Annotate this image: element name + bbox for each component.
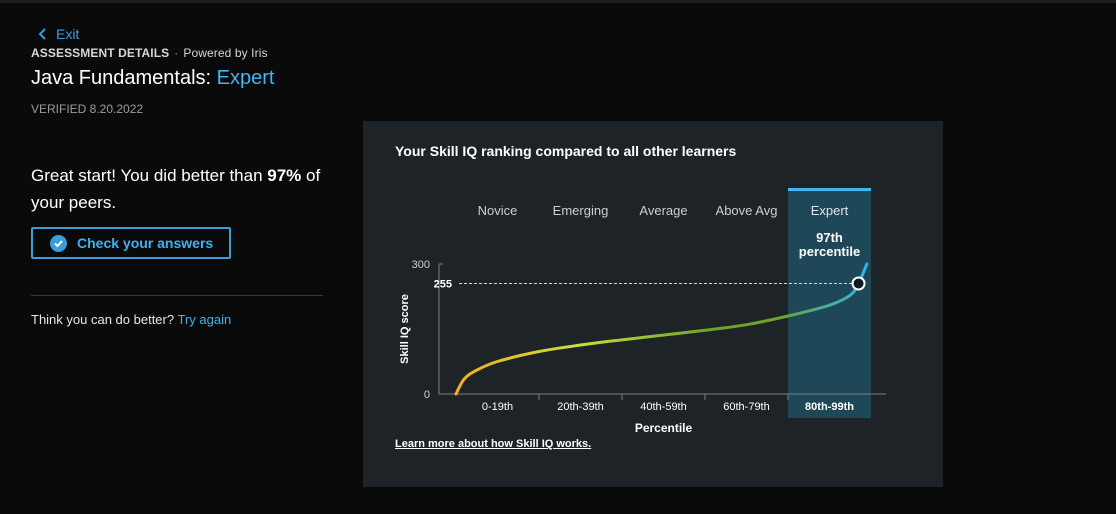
score-marker	[851, 276, 866, 291]
assessment-meta: ASSESSMENT DETAILS · Powered by Iris	[31, 46, 268, 60]
level-label: Above Avg	[716, 203, 778, 218]
score-reference-label: 255	[434, 279, 452, 291]
retry-prompt: Think you can do better?	[31, 312, 175, 327]
result-percent: 97%	[267, 166, 302, 185]
marker-percentile-line1: 97th	[816, 230, 843, 245]
x-tick-label: 60th-79th	[723, 401, 769, 413]
try-again-link[interactable]: Try again	[177, 312, 231, 327]
title-prefix: Java Fundamentals:	[31, 67, 217, 89]
powered-by: Powered by Iris	[183, 46, 268, 60]
check-answers-button[interactable]: Check your answers	[31, 227, 231, 259]
y-tick-label-min: 0	[424, 389, 430, 401]
top-border	[0, 0, 1116, 3]
skill-iq-card: Novice Emerging Average Above Avg Expert 97t…	[363, 121, 943, 487]
exit-label: Exit	[56, 26, 80, 42]
meta-separator: ·	[174, 46, 179, 60]
check-answers-label: Check your answers	[77, 235, 214, 251]
x-tick-label: 40th-59th	[640, 401, 686, 413]
y-axis-label: Skill IQ score	[399, 294, 411, 364]
level-label: Average	[639, 203, 687, 218]
learn-more-link[interactable]: Learn more about how Skill IQ works.	[395, 438, 591, 450]
divider	[31, 295, 323, 296]
title-level: Expert	[216, 67, 275, 89]
x-tick-label: 20th-39th	[557, 401, 603, 413]
result-text-before: Great start! You did better than	[31, 166, 268, 185]
result-summary: Great start! You did better than 97% of …	[31, 162, 331, 216]
expert-highlight-bar	[788, 188, 871, 191]
level-label: Expert	[811, 203, 849, 218]
x-tick-label: 80th-99th	[805, 401, 854, 413]
level-label: Emerging	[553, 203, 609, 218]
chevron-left-icon	[38, 28, 46, 40]
exit-link[interactable]: Exit	[38, 26, 79, 42]
x-axis-label: Percentile	[635, 421, 693, 435]
level-label: Novice	[478, 203, 518, 218]
x-tick-label: 0-19th	[482, 401, 513, 413]
check-circle-icon	[50, 234, 67, 252]
page-title: Java Fundamentals: Expert	[31, 67, 274, 90]
marker-percentile-line2: percentile	[799, 244, 860, 259]
verified-date: VERIFIED 8.20.2022	[31, 102, 144, 116]
section-label: ASSESSMENT DETAILS	[31, 46, 170, 60]
retry-row: Think you can do better? Try again	[31, 312, 231, 327]
skill-iq-chart: Novice Emerging Average Above Avg Expert 97t…	[399, 188, 886, 435]
y-tick-label-max: 300	[412, 259, 430, 271]
card-title: Your Skill IQ ranking compared to all ot…	[395, 143, 737, 159]
